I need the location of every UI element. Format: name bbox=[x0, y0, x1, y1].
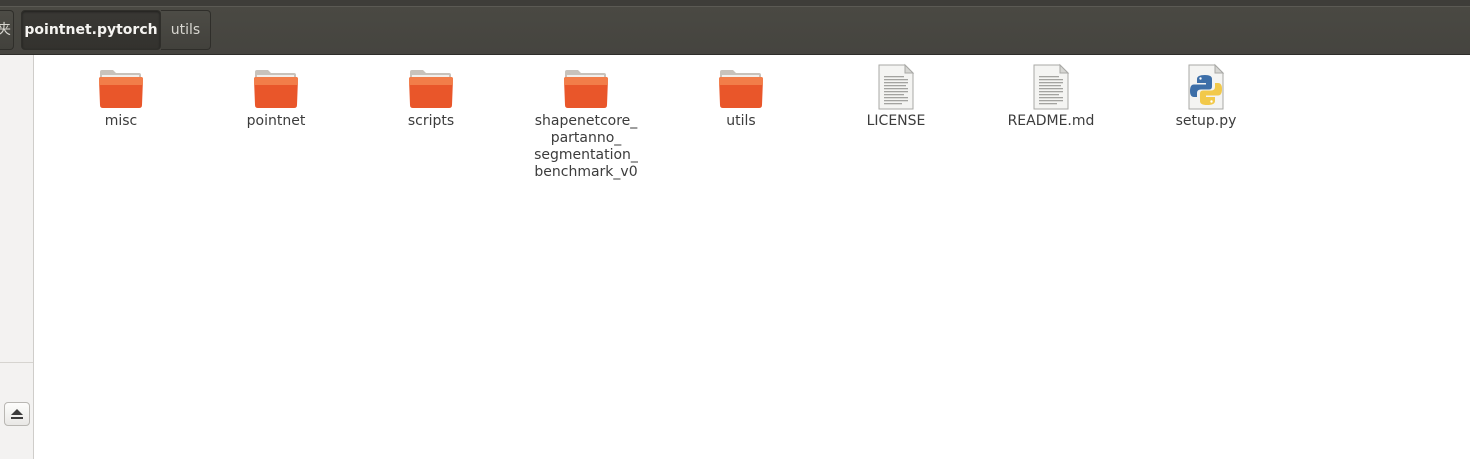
folder-icon bbox=[406, 63, 456, 111]
file-grid: misc pointnet scripts shapenetcore_ part… bbox=[35, 55, 1470, 459]
file-item-shapenetcore[interactable]: shapenetcore_ partanno_ segmentation_ be… bbox=[521, 63, 651, 181]
file-name-line: segmentation_ bbox=[534, 147, 638, 163]
eject-button[interactable] bbox=[4, 402, 30, 426]
file-name-line: benchmark_v0 bbox=[534, 164, 638, 180]
file-name: setup.py bbox=[1175, 113, 1237, 129]
file-item-misc[interactable]: misc bbox=[56, 63, 186, 130]
sidebar-divider bbox=[0, 362, 33, 363]
file-name: pointnet bbox=[246, 113, 306, 129]
file-name: utils bbox=[726, 113, 756, 129]
eject-icon bbox=[11, 409, 23, 419]
python-file-icon bbox=[1181, 63, 1231, 111]
file-name: scripts bbox=[407, 113, 455, 129]
folder-icon bbox=[251, 63, 301, 111]
breadcrumb-parent[interactable]: 夹 bbox=[0, 10, 14, 50]
folder-icon bbox=[96, 63, 146, 111]
breadcrumb-current[interactable]: pointnet.pytorch bbox=[21, 10, 161, 50]
header-divider bbox=[0, 6, 1470, 7]
file-name: shapenetcore_ partanno_ segmentation_ be… bbox=[531, 113, 641, 181]
sidebar bbox=[0, 55, 34, 459]
breadcrumb-child[interactable]: utils bbox=[161, 10, 211, 50]
folder-icon bbox=[716, 63, 766, 111]
file-name-line: partanno_ bbox=[550, 130, 622, 146]
text-file-icon bbox=[871, 63, 921, 111]
file-item-license[interactable]: LICENSE bbox=[831, 63, 961, 130]
file-name-line: shapenetcore_ bbox=[534, 113, 638, 129]
file-item-scripts[interactable]: scripts bbox=[366, 63, 496, 130]
file-item-readme[interactable]: README.md bbox=[986, 63, 1116, 130]
folder-icon bbox=[561, 63, 611, 111]
path-bar: 夹 pointnet.pytorch utils bbox=[0, 0, 1470, 55]
file-item-pointnet[interactable]: pointnet bbox=[211, 63, 341, 130]
file-item-utils[interactable]: utils bbox=[676, 63, 806, 130]
file-name: README.md bbox=[1007, 113, 1095, 129]
file-name: LICENSE bbox=[866, 113, 926, 129]
file-name: misc bbox=[104, 113, 138, 129]
file-item-setup-py[interactable]: setup.py bbox=[1141, 63, 1271, 130]
text-file-icon bbox=[1026, 63, 1076, 111]
